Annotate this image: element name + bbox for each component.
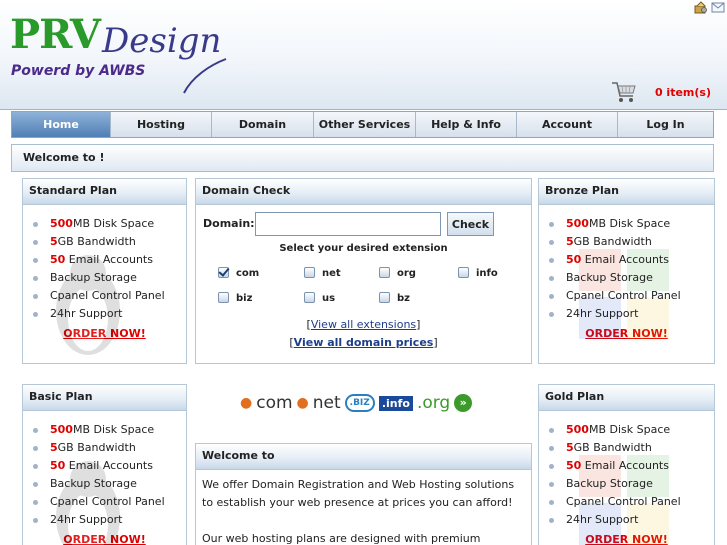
ext-option-biz[interactable]: biz bbox=[218, 292, 252, 306]
checkbox-com[interactable] bbox=[218, 267, 229, 278]
logo-powered-text: Powerd by AWBS bbox=[11, 63, 146, 79]
logo-prv-text: PRV bbox=[10, 11, 101, 58]
checkbox-net[interactable] bbox=[304, 267, 315, 278]
banner-info: .info bbox=[378, 395, 413, 411]
nav-account[interactable]: Account bbox=[517, 112, 618, 137]
standard-plan-box: Standard Plan 500MB Disk Space 5GB Bandw… bbox=[22, 178, 187, 364]
site-logo[interactable]: PRV Design Powerd by AWBS bbox=[10, 11, 260, 94]
feature-item: Backup Storage bbox=[23, 475, 186, 493]
domain-check-box: Domain Check Domain: Check Select your d… bbox=[195, 178, 532, 364]
feature-item: Cpanel Control Panel bbox=[539, 493, 714, 511]
feature-item: Backup Storage bbox=[539, 475, 714, 493]
feature-item: 24hr Support bbox=[539, 305, 714, 323]
nav-log-in[interactable]: Log In bbox=[618, 112, 713, 137]
ext-option-org[interactable]: org bbox=[379, 267, 416, 281]
nav-help-info[interactable]: Help & Info bbox=[416, 112, 517, 137]
feature-item: Cpanel Control Panel bbox=[23, 287, 186, 305]
checkbox-bz[interactable] bbox=[379, 292, 390, 303]
ext-option-info[interactable]: info bbox=[458, 267, 498, 281]
banner-biz: .BIZ bbox=[344, 394, 375, 412]
feature-item: 50 Email Accounts bbox=[23, 457, 186, 475]
basic-plan-features: 500MB Disk Space 5GB Bandwidth 50 Email … bbox=[23, 421, 186, 529]
settings-icon[interactable] bbox=[694, 1, 708, 14]
gold-plan-box: Gold Plan 500MB Disk Space 5GB Bandwidth… bbox=[538, 384, 715, 545]
extensions-banner[interactable]: ● com ● net .BIZ .info .org » bbox=[240, 388, 473, 418]
domain-input[interactable] bbox=[255, 212, 441, 236]
feature-item: 500MB Disk Space bbox=[539, 421, 714, 439]
gold-plan-features: 500MB Disk Space 5GB Bandwidth 50 Email … bbox=[539, 421, 714, 529]
ext-option-net[interactable]: net bbox=[304, 267, 341, 281]
welcome-box-title: Welcome to bbox=[196, 444, 531, 470]
ext-option-bz[interactable]: bz bbox=[379, 292, 410, 306]
ext-option-com[interactable]: com bbox=[218, 267, 259, 281]
feature-item: 500MB Disk Space bbox=[539, 215, 714, 233]
view-extensions-wrap: [View all extensions] bbox=[306, 318, 421, 331]
gold-plan-title: Gold Plan bbox=[539, 385, 714, 411]
shopping-cart-icon[interactable] bbox=[610, 79, 638, 105]
feature-item: 50 Email Accounts bbox=[539, 251, 714, 269]
banner-net: net bbox=[312, 393, 341, 413]
standard-plan-title: Standard Plan bbox=[23, 179, 186, 205]
basic-plan-title: Basic Plan bbox=[23, 385, 186, 411]
check-button[interactable]: Check bbox=[447, 212, 494, 236]
checkbox-org[interactable] bbox=[379, 267, 390, 278]
feature-item: 5GB Bandwidth bbox=[23, 233, 186, 251]
bronze-plan-title: Bronze Plan bbox=[539, 179, 714, 205]
banner-org: .org bbox=[416, 393, 451, 413]
welcome-box: Welcome to We offer Domain Registration … bbox=[195, 443, 532, 545]
feature-item: 50 Email Accounts bbox=[539, 457, 714, 475]
feature-item: 5GB Bandwidth bbox=[539, 439, 714, 457]
feature-item: 50 Email Accounts bbox=[23, 251, 186, 269]
feature-item: 24hr Support bbox=[23, 305, 186, 323]
select-extension-label: Select your desired extension bbox=[279, 243, 448, 254]
view-prices-wrap: [View all domain prices] bbox=[289, 336, 438, 349]
domain-check-title: Domain Check bbox=[196, 179, 531, 205]
domain-label: Domain: bbox=[203, 217, 255, 230]
welcome-bar: Welcome to ! bbox=[11, 144, 714, 172]
checkbox-us[interactable] bbox=[304, 292, 315, 303]
main-nav: Home Hosting Services Domain Services Ot… bbox=[11, 111, 714, 156]
feature-item: 5GB Bandwidth bbox=[539, 233, 714, 251]
feature-item: Cpanel Control Panel bbox=[23, 493, 186, 511]
feature-item: 500MB Disk Space bbox=[23, 215, 186, 233]
feature-item: 24hr Support bbox=[23, 511, 186, 529]
logo-swoosh-icon bbox=[183, 58, 227, 94]
nav-other-services[interactable]: Other Services bbox=[314, 112, 416, 137]
standard-plan-features: 500MB Disk Space 5GB Bandwidth 50 Email … bbox=[23, 215, 186, 323]
feature-item: 5GB Bandwidth bbox=[23, 439, 186, 457]
bronze-plan-features: 500MB Disk Space 5GB Bandwidth 50 Email … bbox=[539, 215, 714, 323]
site-header: PRV Design Powerd by AWBS 0 item(s) bbox=[0, 0, 727, 110]
welcome-paragraph-2: Our web hosting plans are designed with … bbox=[202, 532, 481, 545]
mail-icon[interactable] bbox=[711, 1, 725, 14]
feature-item: 500MB Disk Space bbox=[23, 421, 186, 439]
checkbox-biz[interactable] bbox=[218, 292, 229, 303]
view-all-domain-prices-link[interactable]: View all domain prices bbox=[294, 336, 434, 349]
logo-design-text: Design bbox=[102, 21, 222, 61]
nav-hosting-services[interactable]: Hosting Services bbox=[111, 112, 212, 156]
feature-item: Backup Storage bbox=[539, 269, 714, 287]
view-all-extensions-link[interactable]: View all extensions bbox=[311, 318, 416, 331]
banner-dot-icon: ● bbox=[296, 395, 309, 411]
welcome-box-text: We offer Domain Registration and Web Hos… bbox=[196, 470, 531, 545]
feature-item: 24hr Support bbox=[539, 511, 714, 529]
cart-count[interactable]: 0 item(s) bbox=[655, 86, 711, 99]
feature-item: Backup Storage bbox=[23, 269, 186, 287]
nav-domain-services[interactable]: Domain Services bbox=[212, 112, 314, 156]
bronze-plan-box: Bronze Plan 500MB Disk Space 5GB Bandwid… bbox=[538, 178, 715, 364]
top-icons bbox=[694, 1, 725, 15]
banner-dot-icon: ● bbox=[240, 395, 253, 411]
banner-arrow-icon: » bbox=[454, 394, 473, 412]
banner-com: com bbox=[256, 393, 293, 413]
feature-item: Cpanel Control Panel bbox=[539, 287, 714, 305]
checkbox-info[interactable] bbox=[458, 267, 469, 278]
basic-plan-box: Basic Plan 500MB Disk Space 5GB Bandwidt… bbox=[22, 384, 187, 545]
welcome-paragraph-1: We offer Domain Registration and Web Hos… bbox=[202, 478, 515, 509]
ext-option-us[interactable]: us bbox=[304, 292, 335, 306]
nav-home[interactable]: Home bbox=[12, 112, 111, 137]
